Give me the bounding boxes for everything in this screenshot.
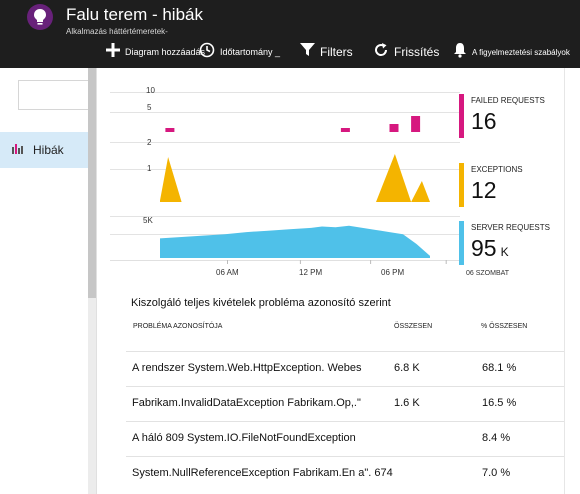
metric-title: SERVER REQUESTS [471,223,550,232]
cell-problem-id: A háló 809 System.IO.FileNotFoundExcepti… [132,432,356,444]
table-row[interactable]: System.NullReferenceException Fabrikam.E… [126,456,580,491]
cell-percent: 7.0 % [482,467,511,479]
metric-color-bar [459,94,464,138]
metric-card-exceptions[interactable]: EXCEPTIONS 12 [459,163,569,207]
metric-title: FAILED REQUESTS [471,96,545,105]
column-header-total[interactable]: ÖSSZESEN [394,323,432,330]
x-tick-label: 06 PM [381,268,405,277]
blade-header: Falu terem - hibák Alkalmazás háttértéme… [0,0,580,68]
chart-bar [389,124,399,132]
y-label-exceptions-top: 2 [147,138,152,147]
page-title: Falu terem - hibák [66,5,203,24]
refresh-icon [373,42,389,63]
add-chart-label: Diagram hozzáadás [125,47,206,57]
chart-area-exceptions [160,154,430,202]
main-scrollbar[interactable] [564,68,580,494]
metric-card-server-requests[interactable]: SERVER REQUESTS 95 K [459,221,569,265]
alert-rules-label: A figyelmeztetési szabályok [472,47,570,57]
filter-icon [300,42,315,62]
sidebar-scrollbar[interactable] [88,68,96,494]
sidebar-item-label: Hibák [33,143,64,157]
y-label-failed-mid: 5 [147,103,152,112]
cell-problem-id: A rendszer System.Web.HttpException. Web… [132,362,362,374]
cell-problem-id: Fabrikam.InvalidDataException Fabrikam.O… [132,397,361,409]
column-header-percent[interactable]: % ÖSSZESEN [481,323,527,330]
table-row[interactable]: A háló 809 System.IO.FileNotFoundExcepti… [126,421,580,456]
column-header-problem-id[interactable]: PROBLÉMA AZONOSÍTÓJA [133,323,222,330]
cell-problem-id: System.NullReferenceException Fabrikam.E… [132,467,393,479]
page-subtitle: Alkalmazás háttértémeretek- [66,27,168,36]
bell-icon [453,42,467,63]
bar-chart-icon [12,141,25,159]
filters-button[interactable]: Filters [300,42,353,62]
x-tick-label: 06 SZOMBAT [466,270,510,277]
x-tick-label: 12 PM [299,268,323,277]
app-window: Falu terem - hibák Alkalmazás háttértéme… [0,0,580,494]
pane-divider [96,68,102,494]
cell-percent: 8.4 % [482,432,511,444]
refresh-button[interactable]: Frissítés [373,42,439,62]
metric-title: EXCEPTIONS [471,165,523,174]
table-row[interactable]: Fabrikam.InvalidDataException Fabrikam.O… [126,386,580,421]
y-label-exceptions-mid: 1 [147,164,152,173]
refresh-label: Frissítés [394,45,440,59]
cell-total: 6.8 K [394,362,420,374]
table-title: Kiszolgáló teljes kivételek probléma azo… [131,297,391,309]
filters-label: Filters [320,45,353,59]
chart-bar [340,128,350,132]
clock-icon [199,42,215,63]
metric-color-bar [459,221,464,265]
add-chart-button[interactable]: Diagram hozzáadás [106,42,205,62]
y-label-failed-top: 10 [146,86,155,95]
chart-bar [411,116,421,132]
sidebar-item-hibak[interactable]: Hibák [0,132,88,168]
metric-color-bar [459,163,464,207]
chart-bar [165,128,175,132]
metric-unit: K [500,245,509,259]
metric-card-failed-requests[interactable]: FAILED REQUESTS 16 [459,94,569,138]
metric-value: 12 [471,177,497,203]
metric-number: 95 [471,235,497,261]
lightbulb-icon [27,4,53,30]
time-range-button[interactable]: Időtartomány _ [199,42,280,62]
metrics-chart[interactable] [110,84,460,284]
table-row[interactable]: A rendszer System.Web.HttpException. Web… [126,351,580,386]
cell-percent: 16.5 % [482,397,517,409]
metric-value: 95 K [471,235,509,262]
alert-rules-button[interactable]: A figyelmeztetési szabályok [453,42,570,62]
scrollbar-thumb[interactable] [88,68,96,298]
cell-percent: 68.1 % [482,362,517,374]
y-label-server-top: 5K [143,216,153,225]
metric-value: 16 [471,108,497,134]
x-tick-label: 06 AM [216,268,239,277]
time-range-label: Időtartomány _ [220,47,281,57]
plus-icon [106,42,120,62]
sidebar-search-input[interactable] [18,80,88,110]
cell-total: 1.6 K [394,397,420,409]
sidebar: Hibák [0,68,88,494]
chart-area-server-requests [160,225,430,258]
